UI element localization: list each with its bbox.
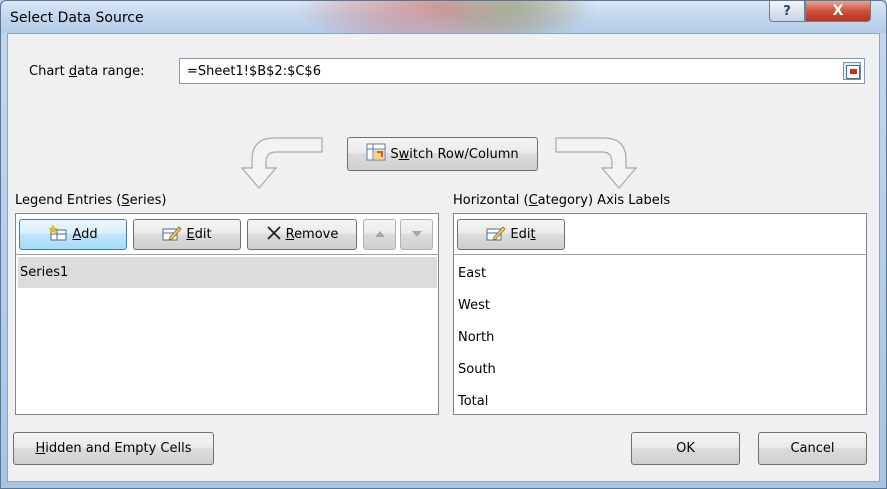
dialog-window: Select Data Source ? X Chart data range:… bbox=[0, 0, 887, 489]
title-bar-glow-green bbox=[421, 1, 601, 33]
axis-label-item[interactable]: West bbox=[456, 290, 490, 321]
axis-label-text: East bbox=[458, 266, 487, 281]
add-series-icon bbox=[48, 223, 68, 245]
edit-axis-labels-button[interactable]: Edit bbox=[457, 219, 565, 250]
chart-data-range-input[interactable]: =Sheet1!$B$2:$C$6 bbox=[179, 58, 865, 84]
axis-label-item[interactable]: North bbox=[456, 322, 494, 353]
right-curved-arrow-icon bbox=[554, 134, 644, 190]
left-curved-arrow-icon bbox=[234, 134, 324, 190]
edit-pencil-icon bbox=[486, 225, 506, 245]
dialog-body: Chart data range: =Sheet1!$B$2:$C$6 Swit… bbox=[7, 33, 880, 482]
add-series-button[interactable]: Add bbox=[19, 219, 127, 250]
switch-row-column-button[interactable]: Switch Row/Column bbox=[347, 137, 538, 171]
remove-series-button[interactable]: Remove bbox=[247, 219, 357, 250]
axis-label-item[interactable]: East bbox=[456, 258, 486, 289]
legend-entries-title: Legend Entries (Series) bbox=[15, 193, 167, 208]
close-button[interactable]: X bbox=[805, 1, 871, 22]
series-list-item[interactable]: Series1 bbox=[18, 257, 437, 288]
ok-button[interactable]: OK bbox=[631, 432, 740, 465]
title-bar[interactable]: Select Data Source ? X bbox=[1, 1, 886, 33]
edit-series-label: Edit bbox=[186, 227, 212, 242]
arrow-up-icon bbox=[374, 227, 386, 242]
switch-row-column-label: Switch Row/Column bbox=[390, 146, 519, 162]
remove-x-icon bbox=[266, 225, 282, 245]
edit-series-button[interactable]: Edit bbox=[133, 219, 241, 250]
collapse-dialog-button[interactable] bbox=[843, 62, 861, 80]
cancel-button[interactable]: Cancel bbox=[758, 432, 867, 465]
chart-data-range-value: =Sheet1!$B$2:$C$6 bbox=[187, 64, 321, 79]
hidden-empty-cells-button[interactable]: Hidden and Empty Cells bbox=[13, 432, 214, 465]
arrow-down-icon bbox=[411, 227, 423, 242]
edit-pencil-icon bbox=[162, 225, 182, 245]
axis-labels-panel: Edit East West North South Total bbox=[453, 213, 867, 415]
axis-label-item[interactable]: Total bbox=[456, 386, 488, 417]
axis-label-text: South bbox=[458, 362, 496, 377]
cancel-label: Cancel bbox=[790, 441, 835, 456]
series-name: Series1 bbox=[20, 265, 69, 280]
move-up-button[interactable] bbox=[363, 219, 396, 250]
legend-entries-panel: Add Edit Remove Series1 bbox=[15, 213, 439, 415]
edit-axis-labels-label: Edit bbox=[510, 227, 536, 242]
chart-data-range-label: Chart data range: bbox=[29, 64, 145, 79]
axis-toolbar-separator bbox=[454, 254, 866, 255]
legend-toolbar-separator bbox=[16, 254, 438, 255]
help-icon: ? bbox=[783, 3, 791, 19]
add-series-label: Add bbox=[72, 227, 98, 242]
switch-row-column-icon bbox=[366, 143, 386, 165]
help-button[interactable]: ? bbox=[769, 1, 805, 22]
remove-series-label: Remove bbox=[285, 227, 339, 242]
close-icon: X bbox=[832, 3, 844, 19]
hidden-empty-cells-label: Hidden and Empty Cells bbox=[35, 441, 192, 456]
axis-label-text: West bbox=[458, 298, 490, 313]
axis-label-text: North bbox=[458, 330, 495, 345]
window-title: Select Data Source bbox=[10, 10, 144, 26]
axis-labels-title: Horizontal (Category) Axis Labels bbox=[453, 193, 671, 208]
ok-label: OK bbox=[676, 441, 695, 456]
move-down-button[interactable] bbox=[400, 219, 433, 250]
axis-label-text: Total bbox=[458, 394, 489, 409]
axis-label-item[interactable]: South bbox=[456, 354, 496, 385]
